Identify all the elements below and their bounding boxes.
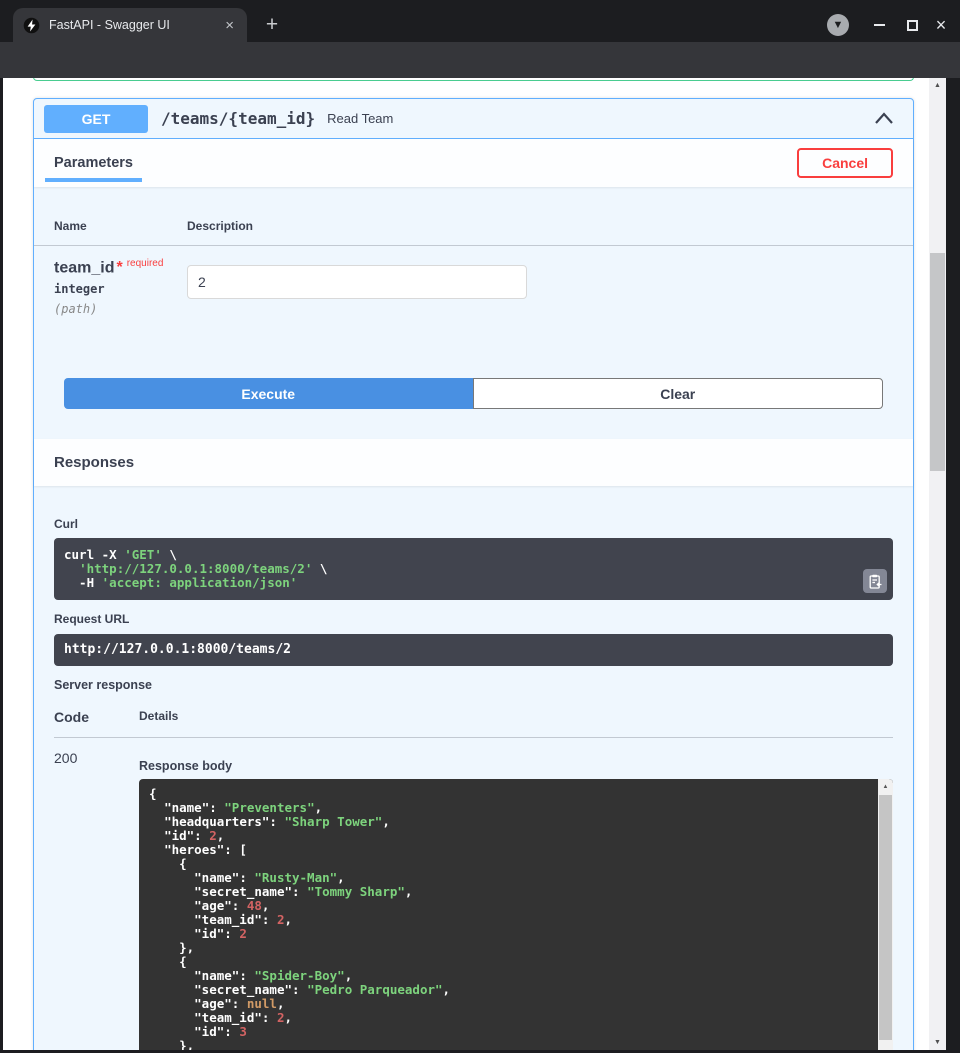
column-name-label: Name bbox=[54, 219, 187, 233]
collapse-chevron-icon[interactable] bbox=[874, 112, 894, 125]
execute-row: Execute Clear bbox=[64, 378, 883, 409]
browser-tab[interactable]: FastAPI - Swagger UI × bbox=[13, 8, 247, 42]
execute-button[interactable]: Execute bbox=[64, 378, 473, 409]
endpoint-path: /teams/{team_id} bbox=[161, 109, 315, 128]
scrollbar-thumb[interactable] bbox=[930, 253, 945, 471]
parameter-name-cell: team_id*required integer (path) bbox=[54, 258, 187, 316]
parameter-name: team_id*required bbox=[54, 258, 187, 277]
endpoint-summary-text: Read Team bbox=[327, 111, 393, 126]
cancel-button[interactable]: Cancel bbox=[797, 148, 893, 178]
response-scrollbar-thumb[interactable] bbox=[879, 795, 892, 1040]
browser-scrollbar[interactable]: ▲ ▼ bbox=[929, 78, 946, 1050]
tab-parameters: Parameters bbox=[45, 155, 142, 171]
new-tab-button[interactable]: + bbox=[258, 11, 286, 39]
copy-to-clipboard-button[interactable] bbox=[863, 569, 887, 593]
server-response-label: Server response bbox=[54, 678, 893, 692]
clear-button[interactable]: Clear bbox=[473, 378, 884, 409]
get-endpoint-block: GET /teams/{team_id} Read Team Parameter… bbox=[33, 98, 914, 1050]
browser-toolbar: ← → ↻ ⓘ 127.0.0.1:8000/docs#/default/rea… bbox=[0, 42, 960, 78]
response-row: 200 Response body { "name": "Preventers"… bbox=[54, 738, 893, 1050]
parameters-header-row: Parameters Cancel bbox=[34, 139, 913, 187]
column-details-label: Details bbox=[139, 709, 178, 725]
response-body-scrollbar[interactable]: ▲ ▼ bbox=[878, 779, 893, 1050]
previous-endpoint-block-bottom bbox=[33, 78, 914, 81]
parameter-location: (path) bbox=[54, 302, 187, 316]
required-asterisk: * bbox=[116, 259, 122, 276]
tab-strip: FastAPI - Swagger UI × + ▼ × bbox=[0, 0, 960, 42]
tab-title: FastAPI - Swagger UI bbox=[49, 18, 222, 32]
parameter-type: integer bbox=[54, 282, 187, 296]
responses-section-header: Responses bbox=[34, 439, 913, 486]
response-body-json: { "name": "Preventers", "headquarters": … bbox=[149, 787, 868, 1050]
column-code-label: Code bbox=[54, 709, 139, 725]
response-body-block: { "name": "Preventers", "headquarters": … bbox=[139, 779, 893, 1050]
scrollbar-up-icon[interactable]: ▲ bbox=[929, 78, 946, 93]
column-description-label: Description bbox=[187, 219, 253, 233]
curl-command-block: curl -X 'GET' \ 'http://127.0.0.1:8000/t… bbox=[54, 538, 893, 600]
responses-content: Curl curl -X 'GET' \ 'http://127.0.0.1:8… bbox=[34, 486, 913, 1050]
window-maximize-button[interactable] bbox=[899, 12, 925, 38]
scrollbar-down-icon[interactable]: ▼ bbox=[929, 1035, 946, 1050]
http-method-badge: GET bbox=[44, 105, 148, 133]
window-minimize-button[interactable] bbox=[866, 12, 892, 38]
responses-title: Responses bbox=[54, 454, 134, 471]
maximize-icon bbox=[907, 20, 918, 31]
page-viewport: GET /teams/{team_id} Read Team Parameter… bbox=[3, 78, 929, 1050]
window-close-button[interactable]: × bbox=[928, 12, 954, 38]
required-label: required bbox=[127, 258, 164, 269]
status-code: 200 bbox=[54, 750, 139, 1050]
endpoint-summary-header[interactable]: GET /teams/{team_id} Read Team bbox=[34, 99, 913, 139]
parameter-value-cell bbox=[187, 258, 527, 316]
parameters-table-header: Name Description bbox=[34, 187, 913, 246]
request-url-value: http://127.0.0.1:8000/teams/2 bbox=[54, 634, 893, 666]
curl-label: Curl bbox=[54, 517, 893, 531]
response-body-label: Response body bbox=[139, 750, 893, 773]
tab-search-icon[interactable]: ▼ bbox=[827, 14, 849, 36]
minimize-icon bbox=[874, 24, 885, 26]
response-details-cell: Response body { "name": "Preventers", "h… bbox=[139, 750, 893, 1050]
request-url-label: Request URL bbox=[54, 612, 893, 626]
tab-close-icon[interactable]: × bbox=[222, 18, 237, 33]
parameter-row: team_id*required integer (path) bbox=[34, 246, 913, 316]
scroll-up-icon[interactable]: ▲ bbox=[878, 780, 893, 794]
fastapi-favicon-icon bbox=[23, 17, 40, 34]
team-id-input[interactable] bbox=[187, 265, 527, 299]
response-table-header: Code Details bbox=[54, 709, 893, 738]
